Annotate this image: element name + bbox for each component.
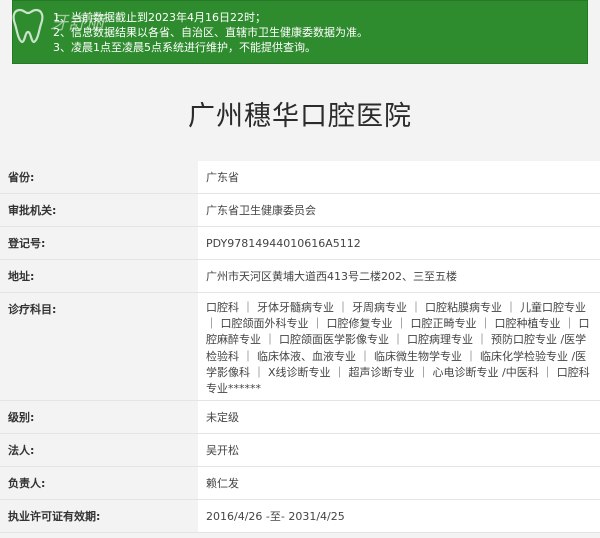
field-label: 地址:: [0, 260, 198, 292]
field-label: 省份:: [0, 161, 198, 193]
notice-line-3: 3、凌晨1点至凌晨5点系统进行维护，不能提供查询。: [53, 41, 316, 54]
notice-line-1: 1、当前数据截止到2023年4月16日22时；: [53, 11, 266, 24]
row-level: 级别: 未定级: [0, 401, 600, 434]
row-province: 省份: 广东省: [0, 161, 600, 194]
row-approval-authority: 审批机关: 广东省卫生健康委员会: [0, 194, 600, 227]
field-value: 口腔科 ｜ 牙体牙髓病专业 ｜ 牙周病专业 ｜ 口腔粘膜病专业 ｜ 儿童口腔专业…: [198, 293, 600, 400]
row-legal-person: 法人: 吴开松: [0, 434, 600, 467]
field-value: 2016/4/26 -至- 2031/4/25: [198, 500, 600, 532]
field-label: 审批机关:: [0, 194, 198, 226]
row-person-in-charge: 负责人: 赖仁发: [0, 467, 600, 500]
field-value: 赖仁发: [198, 467, 600, 499]
info-table: 省份: 广东省 审批机关: 广东省卫生健康委员会 登记号: PDY9781494…: [0, 161, 600, 533]
notice-line-2: 2、信息数据结果以各省、自治区、直辖市卫生健康委数据为准。: [53, 26, 368, 39]
field-value: 未定级: [198, 401, 600, 433]
page-title: 广州穗华口腔医院: [188, 101, 412, 132]
row-departments: 诊疗科目: 口腔科 ｜ 牙体牙髓病专业 ｜ 牙周病专业 ｜ 口腔粘膜病专业 ｜ …: [0, 293, 600, 401]
field-value: 广东省卫生健康委员会: [198, 194, 600, 226]
field-label: 执业许可证有效期:: [0, 500, 198, 532]
field-value: PDY97814944010616A5112: [198, 227, 600, 259]
field-value: 广东省: [198, 161, 600, 193]
row-license-validity: 执业许可证有效期: 2016/4/26 -至- 2031/4/25: [0, 500, 600, 533]
field-label: 法人:: [0, 434, 198, 466]
row-registration-number: 登记号: PDY97814944010616A5112: [0, 227, 600, 260]
field-value: 广州市天河区黄埔大道西413号二楼202、三至五楼: [198, 260, 600, 292]
field-value: 吴开松: [198, 434, 600, 466]
notice-banner: 1、当前数据截止到2023年4月16日22时； 2、信息数据结果以各省、自治区、…: [12, 0, 588, 64]
field-label: 级别:: [0, 401, 198, 433]
field-label: 负责人:: [0, 467, 198, 499]
field-label: 诊疗科目:: [0, 293, 198, 400]
field-label: 登记号:: [0, 227, 198, 259]
row-address: 地址: 广州市天河区黄埔大道西413号二楼202、三至五楼: [0, 260, 600, 293]
